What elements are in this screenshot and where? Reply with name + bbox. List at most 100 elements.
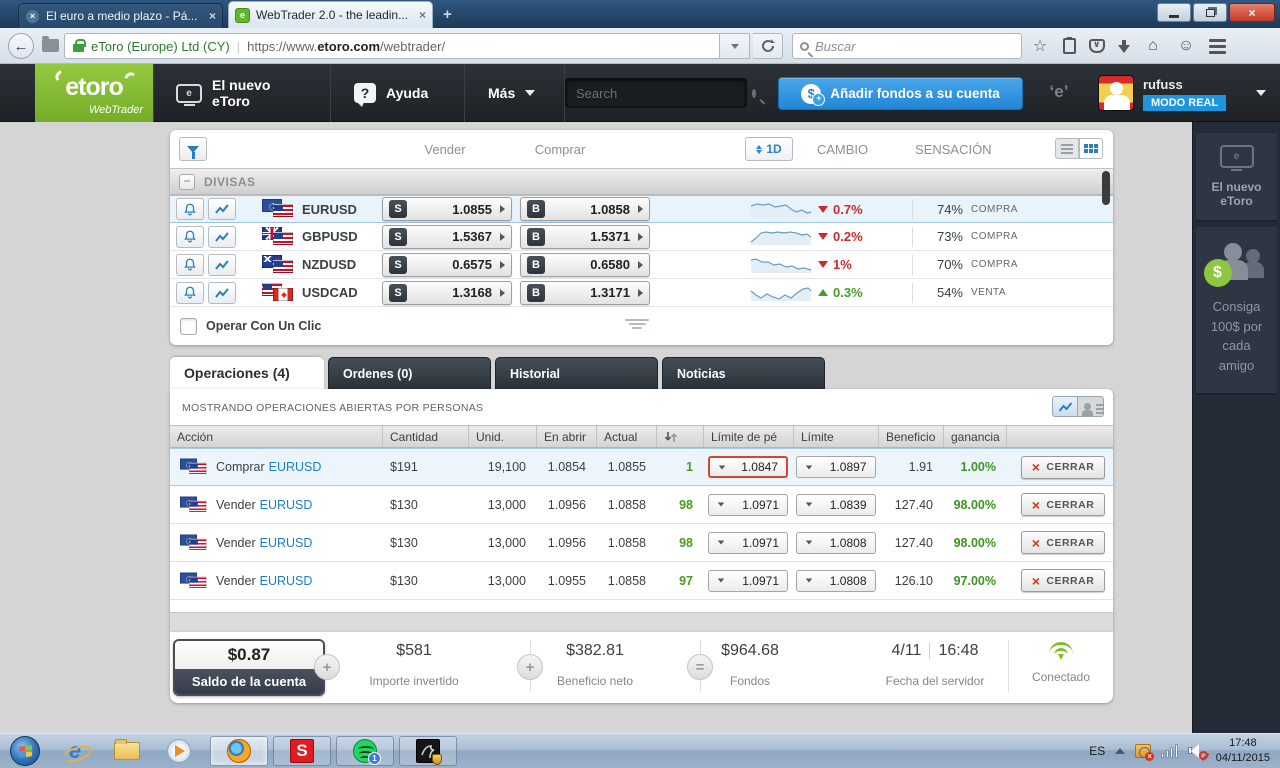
new-etoro-widget[interactable]: e El nuevo eToro xyxy=(1196,133,1277,222)
list-view-button[interactable] xyxy=(1055,138,1079,159)
browser-tab-active[interactable]: e WebTrader 2.0 - the leadin... × xyxy=(228,1,433,28)
instrument-symbol[interactable]: USDCAD xyxy=(302,285,382,300)
tab-ordenes[interactable]: Ordenes (0) xyxy=(328,357,491,389)
symbol-link[interactable]: EURUSD xyxy=(260,536,313,550)
tab-historial[interactable]: Historial xyxy=(495,357,658,389)
nav-help[interactable]: ? Ayuda xyxy=(332,64,465,122)
take-profit-dropdown[interactable]: 1.0839 xyxy=(795,493,876,516)
hidden-icons-arrow[interactable] xyxy=(1115,748,1126,754)
grid-view-button[interactable] xyxy=(1079,138,1103,159)
nav-more[interactable]: Más xyxy=(466,64,565,122)
site-identity[interactable]: eToro (Europe) Ltd (CY) xyxy=(91,39,230,54)
bookmarks-menu-icon[interactable] xyxy=(1063,37,1076,54)
volume-muted-icon[interactable] xyxy=(1187,743,1208,760)
sell-price-button[interactable]: S 1.5367 xyxy=(382,224,512,249)
filter-button[interactable] xyxy=(179,137,207,161)
market-row-gbpusd[interactable]: GBPUSD S 1.5367 B 1.5371 0.2% 73% COMPRA xyxy=(170,223,1113,251)
col-beneficio[interactable]: Beneficio xyxy=(878,426,943,447)
language-indicator[interactable]: ES xyxy=(1089,744,1105,758)
minimize-button[interactable] xyxy=(1157,3,1191,22)
symbol-link[interactable]: EURUSD xyxy=(269,460,322,474)
symbol-link[interactable]: EURUSD xyxy=(260,574,313,588)
buy-price-button[interactable]: B 1.5371 xyxy=(520,224,650,249)
people-view-button[interactable] xyxy=(1078,396,1104,417)
tab-close-icon[interactable]: × xyxy=(419,8,426,22)
alert-button[interactable] xyxy=(176,253,204,276)
signal-strength-icon[interactable] xyxy=(1161,744,1178,758)
market-row-usdcad[interactable]: USDCAD S 1.3168 B 1.3171 0.3% 54% VENTA xyxy=(170,279,1113,307)
folder-icon[interactable] xyxy=(42,36,59,52)
balance-box[interactable]: $0.87 Saldo de la cuenta xyxy=(173,639,325,696)
col-en-abrir[interactable]: En abrir xyxy=(536,426,596,447)
alert-button[interactable] xyxy=(176,225,204,248)
tab-close-icon[interactable]: × xyxy=(209,9,216,23)
taskbar-ie[interactable]: e xyxy=(58,739,92,763)
buy-price-button[interactable]: B 1.3171 xyxy=(520,280,650,305)
nav-new-etoro[interactable]: e El nuevo eToro xyxy=(153,64,331,122)
instrument-symbol[interactable]: GBPUSD xyxy=(302,229,382,244)
referral-widget[interactable]: $ Consiga 100$ por cada amigo xyxy=(1196,227,1277,395)
taskbar-media-player[interactable] xyxy=(162,739,196,763)
sell-price-button[interactable]: S 0.6575 xyxy=(382,252,512,277)
etoro-bull-icon[interactable]: ʻeʼ xyxy=(1040,82,1078,102)
col-ganancia[interactable]: ganancia xyxy=(943,426,1006,447)
network-disconnected-icon[interactable] xyxy=(1135,744,1155,761)
tab-operaciones[interactable]: Operaciones (4) xyxy=(170,357,324,389)
close-trade-button[interactable]: × CERRAR xyxy=(1021,455,1105,479)
instrument-symbol[interactable]: NZDUSD xyxy=(302,257,382,272)
close-button[interactable]: × xyxy=(1229,3,1275,22)
start-button[interactable] xyxy=(10,736,40,766)
col-limite[interactable]: Límite xyxy=(793,426,878,447)
market-row-nzdusd[interactable]: NZDUSD S 0.6575 B 0.6580 1% 70% COMPRA xyxy=(170,251,1113,279)
close-trade-button[interactable]: × CERRAR xyxy=(1021,531,1105,554)
take-profit-dropdown[interactable]: 1.0897 xyxy=(795,456,876,478)
browser-search[interactable] xyxy=(792,33,1022,59)
chart-button[interactable] xyxy=(208,253,236,276)
stop-loss-dropdown[interactable]: 1.0971 xyxy=(708,569,788,592)
url-bar[interactable]: eToro (Europe) Ltd (CY) | https://www.et… xyxy=(64,33,720,59)
take-profit-dropdown[interactable]: 1.0808 xyxy=(795,569,876,592)
col-limite-perdidas[interactable]: Límite de pé xyxy=(703,426,793,447)
taskbar-firefox[interactable] xyxy=(210,736,268,766)
alert-button[interactable] xyxy=(176,198,204,220)
add-funds-button[interactable]: $ Añadir fondos a su cuenta xyxy=(778,77,1023,110)
collapse-button[interactable]: − xyxy=(179,174,195,190)
buy-price-button[interactable]: B 0.6580 xyxy=(520,252,650,277)
url-dropdown-button[interactable] xyxy=(720,33,750,59)
menu-icon[interactable] xyxy=(1209,38,1226,54)
taskbar-explorer[interactable] xyxy=(110,739,144,760)
browser-search-input[interactable] xyxy=(815,38,1014,54)
resize-handle[interactable] xyxy=(625,319,649,329)
taskbar-game[interactable] xyxy=(399,736,457,766)
col-accion[interactable]: Acción xyxy=(170,426,382,447)
downloads-icon[interactable] xyxy=(1118,39,1130,53)
bookmark-star-icon[interactable]: ☆ xyxy=(1030,36,1050,56)
instrument-search-input[interactable] xyxy=(576,85,752,101)
avatar[interactable] xyxy=(1098,75,1134,111)
reload-button[interactable] xyxy=(753,33,783,59)
stop-loss-dropdown[interactable]: 1.0971 xyxy=(708,531,788,554)
take-profit-dropdown[interactable]: 1.0808 xyxy=(795,531,876,554)
col-cantidad[interactable]: Cantidad xyxy=(382,426,468,447)
stop-loss-dropdown[interactable]: 1.0847 xyxy=(708,456,788,478)
taskbar-s-app[interactable]: S xyxy=(273,736,331,766)
user-menu-caret[interactable] xyxy=(1256,90,1266,96)
chart-button[interactable] xyxy=(208,225,236,248)
back-button[interactable]: ← xyxy=(8,33,34,59)
alert-button[interactable] xyxy=(176,281,204,304)
browser-tab-inactive[interactable]: × El euro a medio plazo - Pá... × xyxy=(18,3,223,28)
close-trade-button[interactable]: × CERRAR xyxy=(1021,569,1105,592)
sell-price-button[interactable]: S 1.0855 xyxy=(382,197,512,221)
col-actual[interactable]: Actual xyxy=(596,426,656,447)
instrument-search[interactable] xyxy=(565,78,756,108)
sell-price-button[interactable]: S 1.3168 xyxy=(382,280,512,305)
etoro-logo[interactable]: etoro WebTrader xyxy=(35,64,153,122)
col-unid[interactable]: Unid. xyxy=(468,426,536,447)
symbol-link[interactable]: EURUSD xyxy=(260,498,313,512)
new-tab-button[interactable]: + xyxy=(443,6,452,23)
home-icon[interactable]: ⌂ xyxy=(1143,37,1163,55)
tab-noticias[interactable]: Noticias xyxy=(662,357,825,389)
one-click-checkbox[interactable] xyxy=(180,317,197,335)
restore-button[interactable] xyxy=(1193,3,1227,22)
chart-view-button[interactable] xyxy=(1052,396,1078,417)
